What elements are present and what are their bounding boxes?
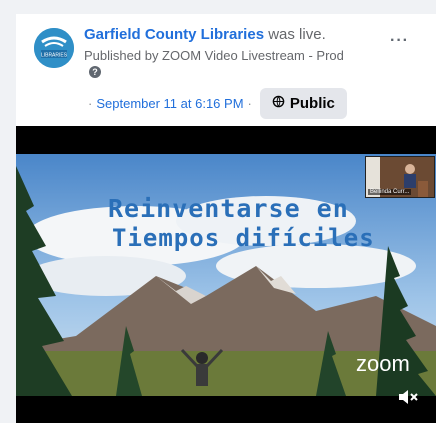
more-options-icon[interactable]: ··· [390, 32, 409, 50]
library-logo: LIBRARIES [34, 28, 74, 68]
globe-icon [272, 95, 285, 112]
video-player[interactable]: Reinventarse en Tiempos difíciles Bellin… [16, 126, 436, 423]
post-meta-row: · September 11 at 6:16 PM · Public [84, 87, 347, 119]
speaker-thumbnail: Bellinda Curr... [365, 156, 435, 198]
separator-dot: · [88, 95, 93, 111]
published-by: Published by ZOOM Video Livestream - Pro… [84, 48, 344, 63]
post-timestamp-link[interactable]: September 11 at 6:16 PM [96, 96, 243, 111]
speaker-name: Bellinda Curr... [368, 189, 412, 195]
video-title-line1: Reinventarse en [108, 194, 349, 223]
live-video-post: LIBRARIES Garfield County Libraries was … [16, 14, 436, 423]
separator-dot: · [247, 95, 252, 111]
zoom-watermark: zoom [356, 351, 410, 376]
muted-speaker-icon[interactable] [398, 390, 420, 407]
question-icon[interactable]: ? [89, 66, 101, 78]
live-status: was live. [264, 26, 326, 43]
privacy-label: Public [289, 94, 335, 112]
page-avatar[interactable]: LIBRARIES [34, 28, 74, 68]
privacy-button[interactable]: Public [259, 87, 347, 119]
video-title-line2: Tiempos difíciles [112, 224, 375, 252]
page-name-link[interactable]: Garfield County Libraries [84, 26, 264, 43]
logo-lettering: LIBRARIES [41, 53, 68, 59]
post-header: Garfield County Libraries was live. [84, 26, 326, 43]
